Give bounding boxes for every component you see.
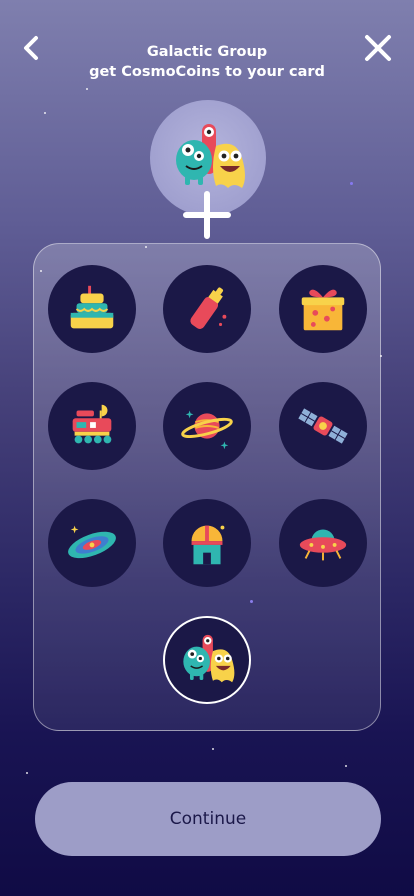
avatar-option-galaxy[interactable] <box>48 499 136 587</box>
avatar-option-observatory[interactable] <box>163 499 251 587</box>
page-header: Galactic Group get CosmoCoins to your ca… <box>60 42 354 82</box>
avatar-option-gift[interactable] <box>279 265 367 353</box>
galaxy-icon <box>68 525 116 559</box>
birthday-cake-icon <box>70 285 114 329</box>
avatar-option-cake[interactable] <box>48 265 136 353</box>
star <box>86 88 88 90</box>
close-icon <box>365 35 391 61</box>
page-title: Galactic Group <box>146 44 268 60</box>
gift-box-icon <box>301 289 345 331</box>
back-button[interactable] <box>14 30 50 66</box>
avatar-option-sauce[interactable] <box>163 265 251 353</box>
satellite-icon <box>298 408 348 444</box>
avatar-option-rover[interactable] <box>48 382 136 470</box>
sauce-bottle-icon <box>190 287 227 329</box>
moon-rover-icon <box>72 404 112 444</box>
avatar-option-ufo[interactable] <box>279 499 367 587</box>
close-button[interactable] <box>360 30 396 66</box>
chevron-left-icon <box>24 36 38 60</box>
plus-icon <box>183 191 231 239</box>
planet-icon <box>181 410 233 450</box>
observatory-icon <box>191 525 225 565</box>
star <box>350 182 353 185</box>
avatar-option-satellite[interactable] <box>279 382 367 470</box>
ufo-icon <box>299 529 347 561</box>
star <box>26 772 28 774</box>
star <box>345 765 347 767</box>
alien-monsters-icon <box>183 634 235 683</box>
avatar-grid-panel <box>33 243 381 731</box>
avatar-option-planet[interactable] <box>163 382 251 470</box>
star <box>212 748 214 750</box>
page-subtitle: get CosmoCoins to your card <box>89 64 325 80</box>
continue-button[interactable]: Continue <box>35 782 381 856</box>
avatar-option-monsters[interactable] <box>163 616 251 704</box>
star <box>44 112 46 114</box>
